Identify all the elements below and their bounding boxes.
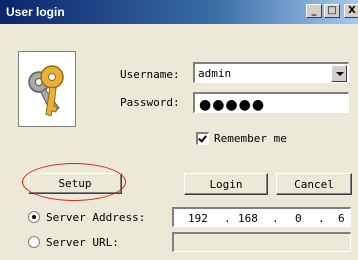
maximize-button[interactable]: □: [324, 4, 340, 18]
ip-separator-2: .: [272, 212, 279, 225]
cancel-button[interactable]: Cancel: [276, 173, 352, 195]
password-input[interactable]: ●●●●●: [193, 92, 349, 113]
password-mask: ●●●●●: [199, 97, 266, 113]
server-address-radio[interactable]: [28, 211, 40, 223]
ip-octet-3[interactable]: 0: [295, 212, 302, 225]
username-combobox[interactable]: admin: [193, 62, 349, 83]
ip-octet-1[interactable]: 192: [188, 212, 208, 225]
server-url-input[interactable]: [172, 232, 351, 252]
title-bar: User login _ □ X: [0, 0, 358, 24]
login-button[interactable]: Login: [184, 173, 268, 195]
username-value: admin: [198, 67, 232, 80]
keys-icon: [18, 51, 76, 127]
setup-highlight-ellipse: [22, 163, 126, 201]
ip-octet-2[interactable]: 168: [238, 212, 258, 225]
ip-separator-1: .: [224, 212, 231, 225]
close-button[interactable]: X: [344, 4, 358, 18]
remember-me-label: Remember me: [214, 132, 287, 145]
server-address-label: Server Address:: [46, 211, 146, 224]
server-url-label: Server URL:: [46, 236, 119, 249]
ip-separator-3: .: [318, 212, 325, 225]
password-label: Password:: [120, 96, 180, 109]
username-label: Username:: [120, 68, 180, 81]
minimize-button[interactable]: _: [306, 4, 322, 18]
chevron-down-icon[interactable]: [331, 65, 347, 82]
server-address-ip-input[interactable]: 192 . 168 . 0 . 6: [172, 207, 351, 227]
remember-me-checkbox[interactable]: [196, 132, 209, 145]
ip-octet-4[interactable]: 6: [338, 212, 345, 225]
server-url-radio[interactable]: [28, 236, 40, 248]
window-title: User login: [6, 5, 65, 19]
